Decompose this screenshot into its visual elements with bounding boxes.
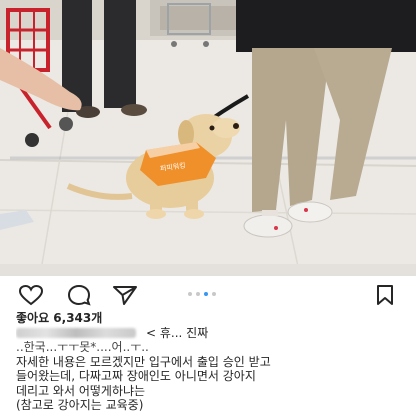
caption-line: ..한국...ㅜㅜ못*....어..ㅜ..: [16, 340, 149, 354]
carousel-indicator: [188, 292, 216, 298]
caption-line: 들어왔는데, 다짜고짜 장애인도 아니면서 강아지: [16, 369, 256, 383]
post-action-bar: [0, 276, 416, 312]
post-caption: 좋아요 6,343개 < 휴... 진짜 ..한국...ㅜㅜ못*....어..ㅜ…: [16, 311, 408, 413]
caption-line: 데리고 와서 어떻게하냐는: [16, 383, 146, 398]
carousel-dot: [196, 292, 200, 296]
caption-line: 자세한 내용은 모르겠지만 입구에서 출입 승인 받고: [16, 354, 271, 369]
bookmark-icon[interactable]: [374, 284, 396, 306]
caption-line: < 휴... 진짜: [16, 326, 408, 341]
caption-line: (참고로 강아지는 교육중): [16, 398, 144, 412]
blurred-username: [16, 328, 136, 338]
carousel-dot: [212, 292, 216, 296]
caption-text: < 휴... 진짜: [146, 325, 209, 340]
share-icon[interactable]: [112, 284, 138, 306]
heart-icon[interactable]: [18, 284, 44, 306]
carousel-dot: [188, 292, 192, 296]
carousel-dot-active: [204, 292, 208, 296]
likes-count[interactable]: 좋아요 6,343개: [16, 311, 408, 326]
photo-scene: 퍼피워킹: [0, 0, 416, 276]
post-photo[interactable]: 퍼피워킹: [0, 0, 416, 276]
comment-icon[interactable]: [66, 284, 92, 306]
